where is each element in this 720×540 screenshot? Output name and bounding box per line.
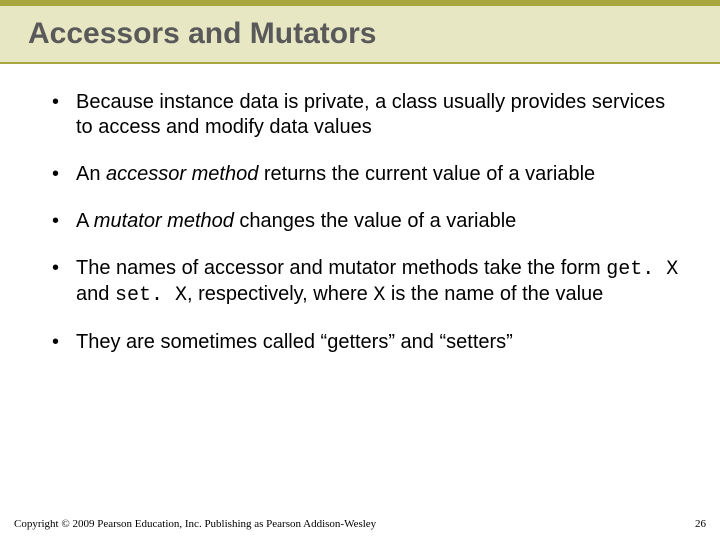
slide-title: Accessors and Mutators	[28, 17, 376, 51]
bullet-code: X	[373, 284, 385, 307]
bullet-text: changes the value of a variable	[234, 210, 516, 232]
bullet-text: Because instance data is private, a clas…	[76, 91, 665, 138]
bullet-text: , respectively, where	[187, 283, 373, 305]
bullet-text: returns the current value of a variable	[258, 163, 595, 185]
bullet-text: is the name of the value	[385, 283, 603, 305]
bullet-text: A	[76, 210, 94, 232]
bullet-list: Because instance data is private, a clas…	[48, 90, 684, 355]
bullet-item: An accessor method returns the current v…	[48, 162, 684, 187]
bullet-text: An	[76, 163, 106, 185]
bullet-code: get. X	[606, 258, 678, 281]
bullet-item: The names of accessor and mutator method…	[48, 256, 684, 308]
bullet-code: set. X	[115, 284, 187, 307]
bullet-text: The names of accessor and mutator method…	[76, 257, 606, 279]
copyright-footer: Copyright © 2009 Pearson Education, Inc.…	[14, 518, 376, 530]
bullet-emphasis: mutator method	[94, 210, 234, 232]
bullet-text: and	[76, 283, 115, 305]
page-number: 26	[695, 518, 706, 530]
slide-body: Because instance data is private, a clas…	[48, 90, 684, 377]
bullet-text: They are sometimes called “getters” and …	[76, 331, 513, 353]
bullet-item: A mutator method changes the value of a …	[48, 209, 684, 234]
bullet-emphasis: accessor method	[106, 163, 258, 185]
bullet-item: Because instance data is private, a clas…	[48, 90, 684, 140]
title-bar: Accessors and Mutators	[0, 6, 720, 64]
bullet-item: They are sometimes called “getters” and …	[48, 330, 684, 355]
